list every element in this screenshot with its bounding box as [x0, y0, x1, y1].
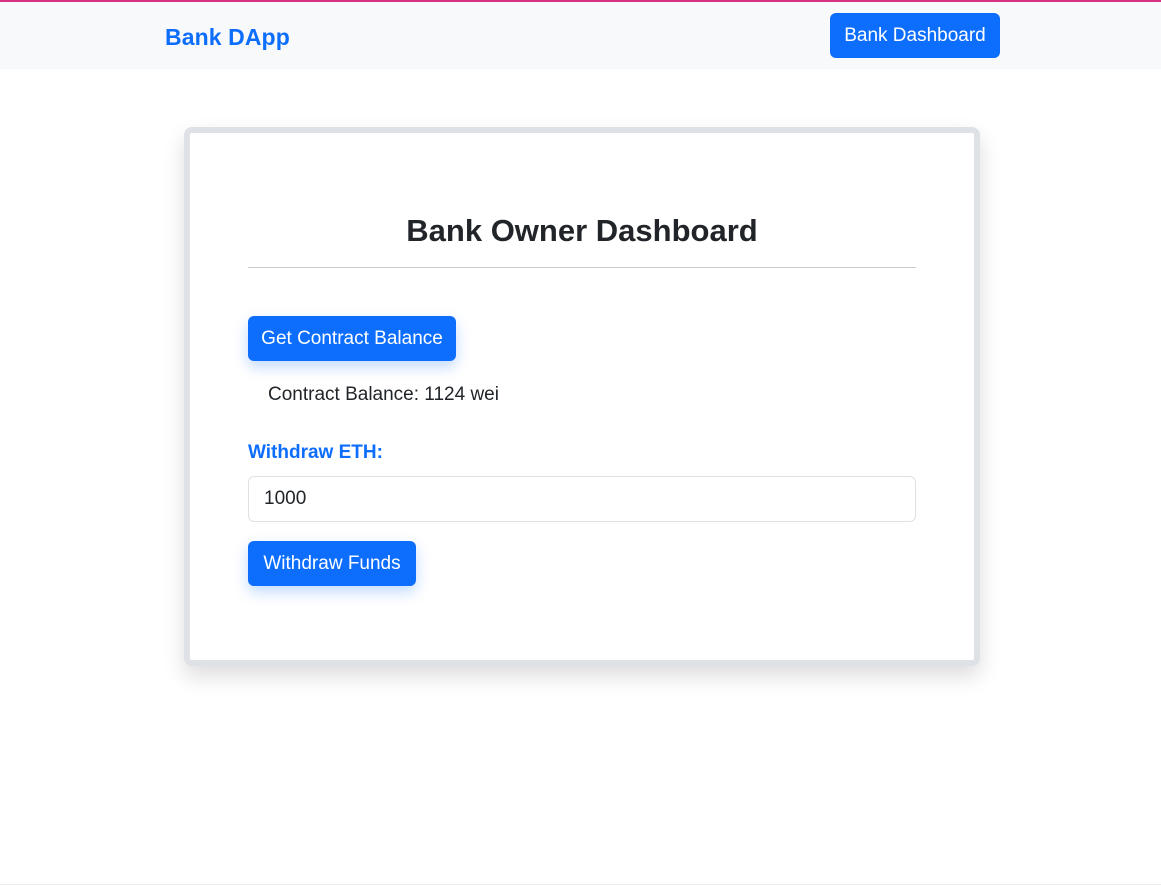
brand-logo[interactable]: Bank DApp	[165, 24, 290, 51]
page-bottom-divider	[0, 884, 1161, 885]
page-title: Bank Owner Dashboard	[406, 213, 758, 248]
withdraw-funds-button[interactable]: Withdraw Funds	[248, 541, 416, 586]
owner-dashboard-card: Bank Owner Dashboard Get Contract Balanc…	[184, 127, 980, 666]
withdraw-eth-label: Withdraw ETH:	[248, 442, 383, 463]
bank-dashboard-button[interactable]: Bank Dashboard	[830, 13, 1000, 58]
contract-balance-text: Contract Balance: 1124 wei	[268, 384, 499, 405]
navbar: Bank DApp Bank Dashboard	[0, 2, 1161, 69]
withdraw-amount-input[interactable]	[248, 476, 916, 522]
get-contract-balance-button[interactable]: Get Contract Balance	[248, 316, 456, 361]
title-divider	[248, 267, 916, 268]
